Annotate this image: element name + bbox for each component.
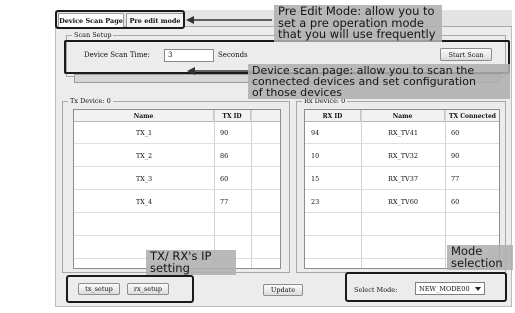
callout-line: setting (150, 260, 190, 275)
tx-name-cell: TX_4 (135, 198, 153, 206)
rx-id-cell: 94 (311, 129, 320, 137)
table-row[interactable]: TX_4 77 (74, 191, 280, 213)
rx-col-name[interactable]: Name (361, 110, 445, 122)
tabs-highlight (55, 10, 185, 29)
scan-setup-label: Scan Setup (72, 31, 114, 39)
rx-name-cell: RX_TV60 (387, 198, 419, 206)
tx-name-cell: TX_3 (135, 175, 153, 183)
table-row[interactable]: TX_2 86 (74, 145, 280, 167)
tx-col-name[interactable]: Name (74, 110, 214, 122)
table-row[interactable]: 15 RX_TV37 77 (305, 168, 499, 190)
rx-name-cell: RX_TV41 (387, 129, 419, 137)
table-row[interactable]: 10 RX_TV32 90 (305, 145, 499, 167)
arrow-left-icon (187, 67, 253, 75)
rx-tx-cell: 60 (451, 198, 460, 206)
callout-line: that you will use frequently (278, 27, 436, 41)
rx-col-tx-connected[interactable]: TX Connected (445, 110, 499, 122)
tx-id-cell: 77 (220, 198, 229, 206)
rx-col-id[interactable]: RX ID (305, 110, 361, 122)
rx-name-cell: RX_TV32 (387, 152, 419, 160)
tx-id-cell: 60 (220, 175, 229, 183)
pre-edit-callout: Pre Edit Mode: allow you to set a pre op… (274, 5, 442, 42)
scan-page-callout: Device scan page: allow you to scan the … (248, 64, 510, 99)
table-row[interactable] (74, 214, 280, 236)
tx-name-cell: TX_1 (135, 129, 153, 137)
tx-device-label: Tx Device: 0 (68, 97, 113, 105)
table-row[interactable]: 23 RX_TV60 60 (305, 191, 499, 213)
tx-col-id[interactable]: TX ID (214, 110, 251, 122)
rx-id-cell: 15 (311, 175, 320, 183)
tx-table: Name TX ID TX_1 90 TX_2 86 TX_3 60 TX_4 … (73, 109, 281, 269)
update-button[interactable]: Update (263, 284, 303, 296)
table-row[interactable]: 94 RX_TV41 60 (305, 122, 499, 144)
callout-line: selection (451, 255, 503, 270)
table-row[interactable]: TX_1 90 (74, 122, 280, 144)
rx-id-cell: 23 (311, 198, 320, 206)
table-row[interactable]: TX_3 60 (74, 168, 280, 190)
tx-name-cell: TX_2 (135, 152, 153, 160)
ip-setting-callout: TX/ RX's IP setting (146, 250, 236, 275)
ip-setting-highlight (66, 275, 194, 303)
rx-name-cell: RX_TV37 (387, 175, 419, 183)
callout-line: of those devices (252, 86, 342, 99)
mode-callout: Mode selection (447, 245, 513, 270)
mode-highlight (345, 272, 507, 302)
rx-tx-cell: 77 (451, 175, 460, 183)
rx-id-cell: 10 (311, 152, 320, 160)
tx-id-cell: 86 (220, 152, 229, 160)
arrow-left-icon (186, 16, 272, 24)
tx-id-cell: 90 (220, 129, 229, 137)
tx-table-header: Name TX ID (74, 110, 280, 122)
table-row[interactable] (305, 214, 499, 236)
rx-tx-cell: 60 (451, 129, 460, 137)
rx-tx-cell: 90 (451, 152, 460, 160)
rx-table-header: RX ID Name TX Connected (305, 110, 499, 122)
